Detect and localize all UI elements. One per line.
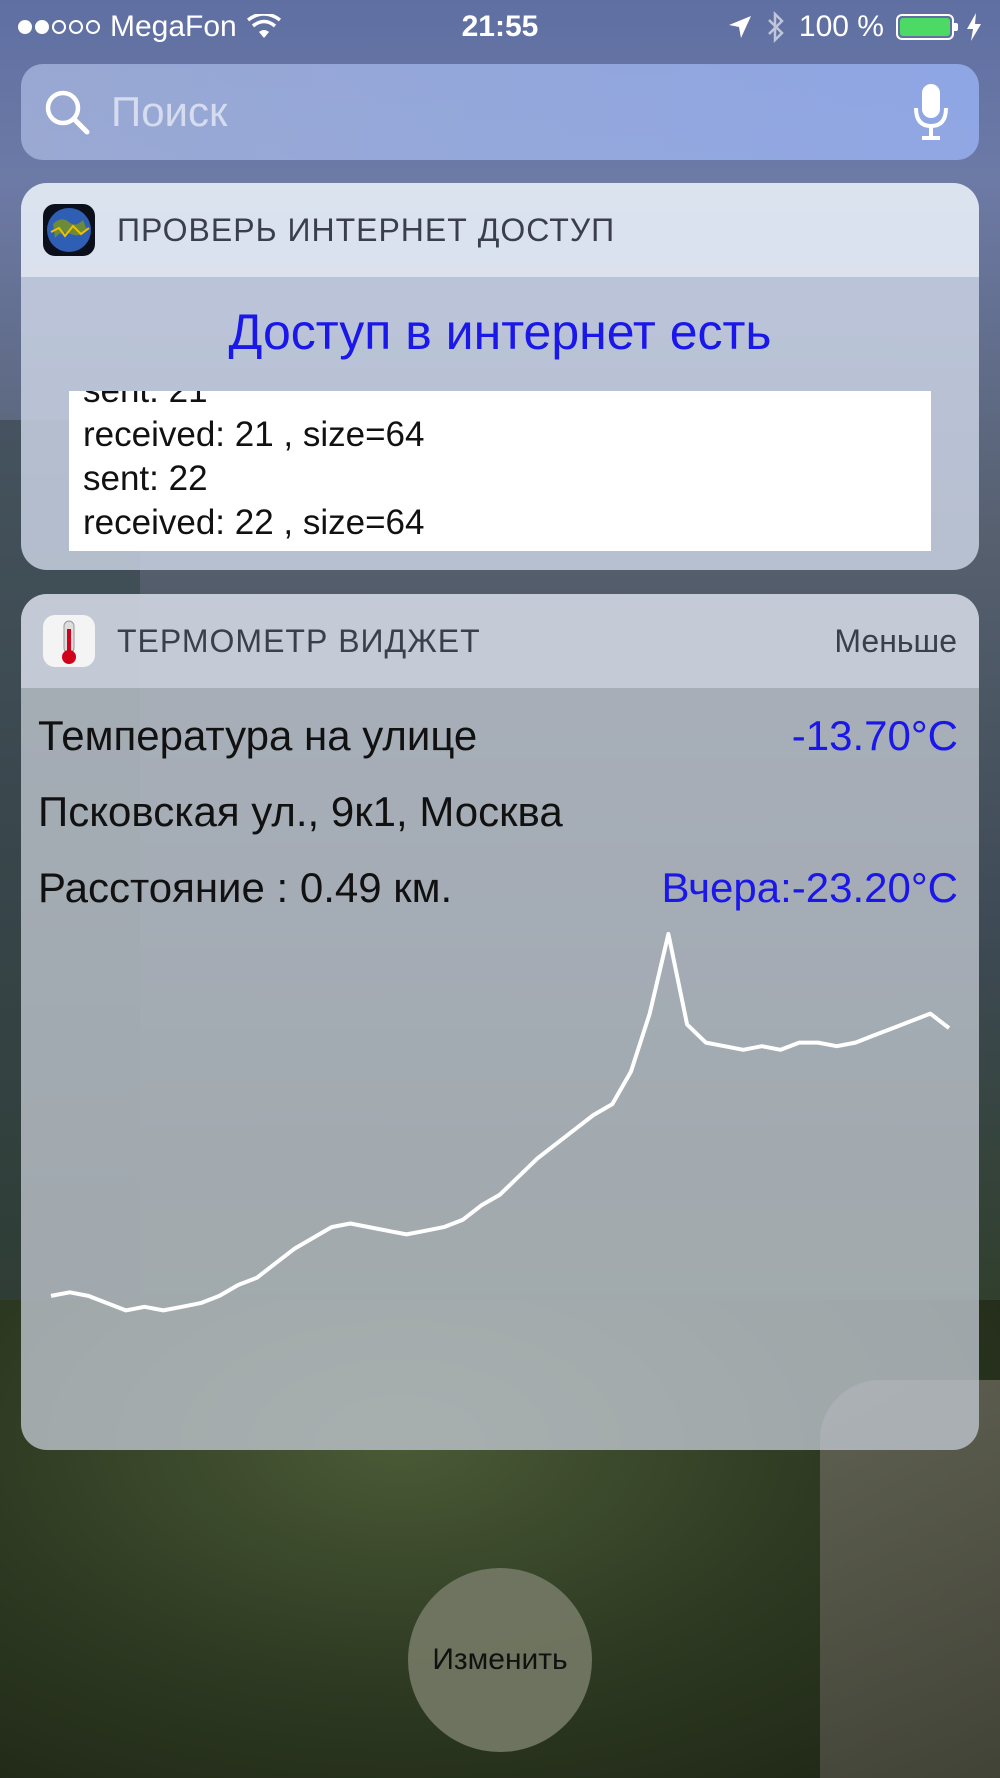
address-row: Псковская ул., 9к1, Москва bbox=[38, 788, 958, 836]
distance-row: Расстояние : 0.49 км. Вчера:-23.20°C bbox=[38, 864, 958, 912]
search-placeholder: Поиск bbox=[111, 88, 228, 135]
log-line: received: 22 , size=64 bbox=[83, 503, 425, 542]
widget-title: ТЕРМОМЕТР ВИДЖЕТ bbox=[117, 622, 481, 659]
search-bar[interactable]: Поиск bbox=[21, 64, 979, 160]
ping-log: sent: 21 received: 21 , size=64 sent: 22… bbox=[69, 391, 931, 551]
temperature-row: Температура на улице -13.70°C bbox=[38, 712, 958, 760]
bluetooth-icon bbox=[768, 11, 784, 43]
log-line: sent: 22 bbox=[83, 459, 208, 498]
widget-title: ПРОВЕРЬ ИНТЕРНЕТ ДОСТУП bbox=[117, 211, 616, 248]
distance-label: Расстояние : 0.49 км. bbox=[38, 864, 453, 911]
temperature-chart bbox=[50, 932, 951, 1313]
log-line: sent: 21 bbox=[69, 391, 931, 413]
charging-bolt-icon bbox=[967, 13, 981, 41]
internet-check-widget[interactable]: ПРОВЕРЬ ИНТЕРНЕТ ДОСТУП Доступ в интерне… bbox=[21, 183, 979, 570]
address-label: Псковская ул., 9к1, Москва bbox=[38, 788, 563, 835]
battery-icon bbox=[896, 14, 958, 40]
edit-button[interactable]: Изменить bbox=[408, 1568, 592, 1752]
log-line: received: 21 , size=64 bbox=[83, 415, 425, 454]
microphone-icon[interactable] bbox=[911, 82, 951, 142]
battery-percent: 100 % bbox=[798, 10, 884, 43]
thermometer-widget[interactable]: ТЕРМОМЕТР ВИДЖЕТ Меньше Температура на у… bbox=[21, 594, 979, 1450]
search-icon bbox=[45, 90, 90, 135]
widget-header: ПРОВЕРЬ ИНТЕРНЕТ ДОСТУП bbox=[21, 183, 979, 277]
show-less-button[interactable]: Меньше bbox=[834, 623, 957, 660]
edit-button-label: Изменить bbox=[432, 1643, 568, 1676]
temperature-value: -13.70°C bbox=[791, 712, 958, 759]
globe-app-icon bbox=[43, 204, 95, 256]
status-bar: MegaFon 21:55 100 % bbox=[0, 0, 1000, 56]
temperature-series-line bbox=[50, 932, 951, 1313]
location-arrow-icon bbox=[728, 16, 751, 38]
temperature-label: Температура на улице bbox=[38, 712, 478, 759]
thermometer-app-icon bbox=[43, 615, 95, 667]
internet-status: Доступ в интернет есть bbox=[228, 304, 772, 360]
widget-header: ТЕРМОМЕТР ВИДЖЕТ Меньше bbox=[21, 594, 979, 688]
yesterday-temperature: Вчера:-23.20°C bbox=[661, 864, 958, 911]
